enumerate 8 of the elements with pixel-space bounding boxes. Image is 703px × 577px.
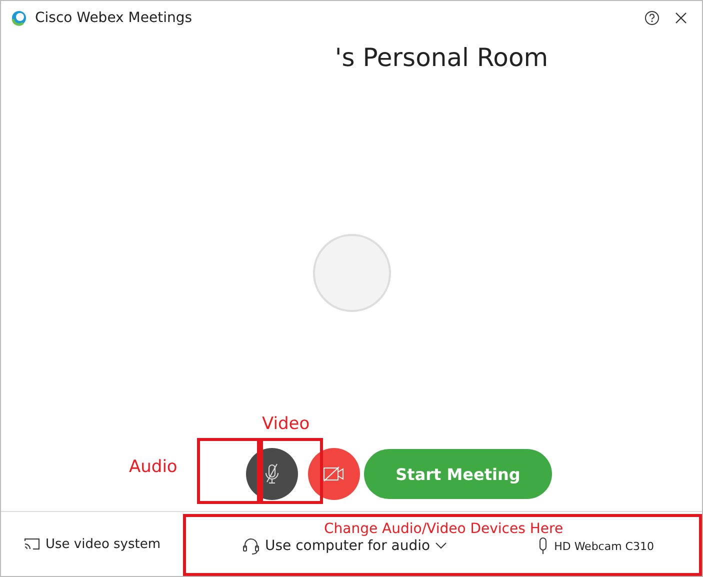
video-system-button[interactable]: Use video system bbox=[24, 536, 161, 552]
camera-device-button[interactable]: HD Webcam C310 bbox=[537, 537, 654, 555]
annotation-label: Video bbox=[262, 414, 310, 434]
annotation-label: Change Audio/Video Devices Here bbox=[324, 521, 564, 537]
room-title: 's Personal Room bbox=[334, 43, 548, 72]
audio-device-dropdown[interactable]: Use computer for audio bbox=[242, 537, 448, 555]
annotation-label: Audio bbox=[129, 457, 178, 477]
window-title: Cisco Webex Meetings bbox=[35, 10, 192, 26]
